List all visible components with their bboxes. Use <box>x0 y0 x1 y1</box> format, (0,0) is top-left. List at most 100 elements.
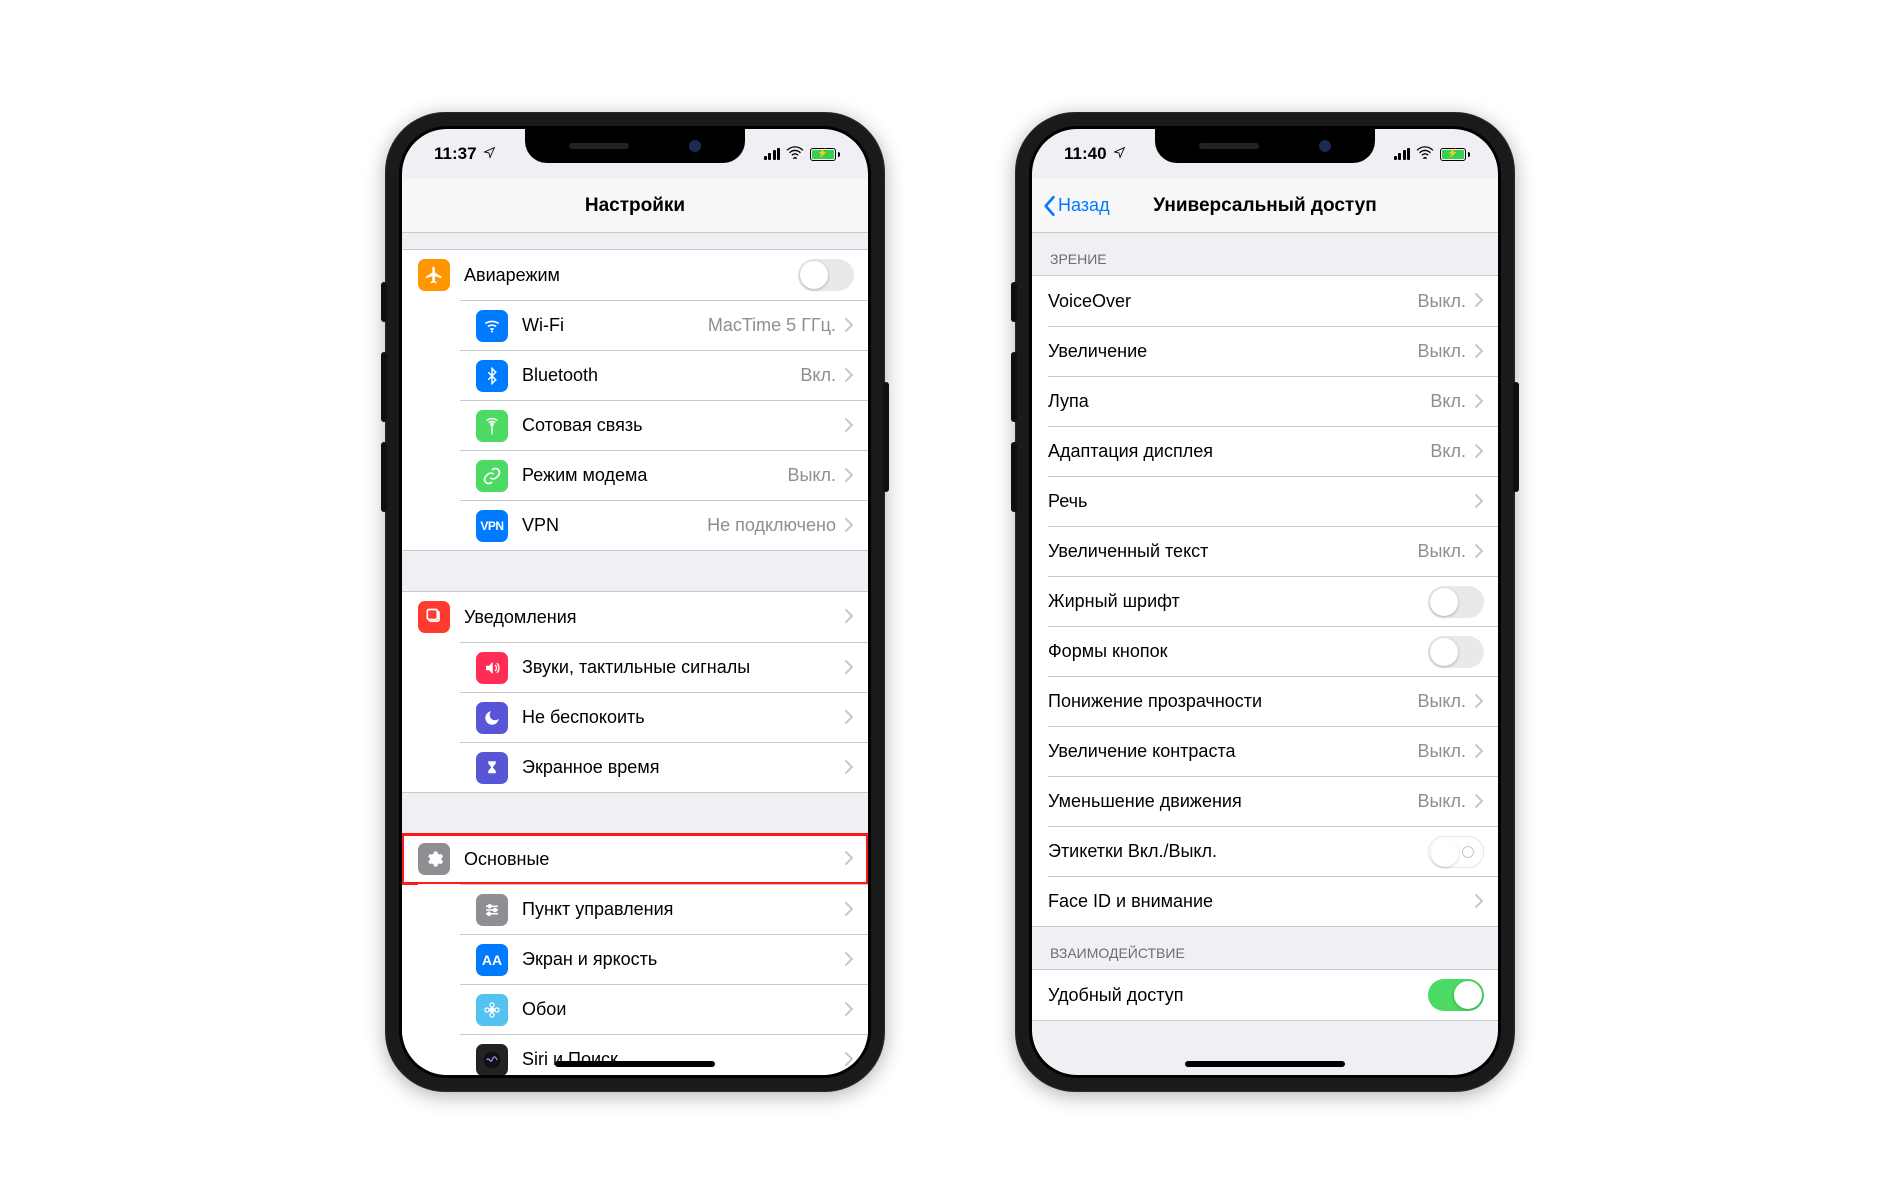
row-уменьшение-движения[interactable]: Уменьшение движенияВыкл. <box>1048 776 1498 826</box>
row-label: Речь <box>1048 491 1474 512</box>
row-voiceover[interactable]: VoiceOverВыкл. <box>1032 276 1498 326</box>
settings-group: Основные Пункт управленияAAЭкран и яркост… <box>402 833 868 1075</box>
row-label: Wi-Fi <box>522 315 708 336</box>
wifi-icon <box>786 144 804 164</box>
row-value: Выкл. <box>1417 541 1466 562</box>
link-icon <box>476 460 508 492</box>
home-indicator[interactable] <box>555 1061 715 1067</box>
row-label: Экранное время <box>522 757 844 778</box>
row-label: Этикетки Вкл./Выкл. <box>1048 841 1428 862</box>
row-value: Выкл. <box>1417 291 1466 312</box>
row-label: Экран и яркость <box>522 949 844 970</box>
row-label: Увеличенный текст <box>1048 541 1417 562</box>
row-авиарежим[interactable]: Авиарежим <box>402 250 868 300</box>
chevron-right-icon <box>844 513 854 539</box>
row-адаптация-дисплея[interactable]: Адаптация дисплеяВкл. <box>1048 426 1498 476</box>
row-label: Формы кнопок <box>1048 641 1428 662</box>
row-siri-и-поиск[interactable]: Siri и Поиск <box>460 1034 868 1075</box>
row-value: Выкл. <box>1417 791 1466 812</box>
row-vpn[interactable]: VPNVPNНе подключено <box>460 500 868 550</box>
row-не-беспокоить[interactable]: Не беспокоить <box>460 692 868 742</box>
airplane-icon <box>418 259 450 291</box>
antenna-icon <box>476 410 508 442</box>
row-label: Основные <box>464 849 844 870</box>
speaker-icon <box>476 652 508 684</box>
row-label: Увеличение контраста <box>1048 741 1417 762</box>
row-звуки-тактильные-сигналы[interactable]: Звуки, тактильные сигналы <box>460 642 868 692</box>
chevron-right-icon <box>844 655 854 681</box>
row-режим-модема[interactable]: Режим модемаВыкл. <box>460 450 868 500</box>
row-label: VoiceOver <box>1048 291 1417 312</box>
page-title: Универсальный доступ <box>1153 195 1376 217</box>
row-face-id-и-внимание[interactable]: Face ID и внимание <box>1048 876 1498 926</box>
toggle-switch[interactable] <box>1428 586 1484 618</box>
toggle-switch[interactable] <box>798 259 854 291</box>
location-icon <box>1113 144 1126 164</box>
chevron-right-icon <box>844 997 854 1023</box>
moon-icon <box>476 702 508 734</box>
row-этикетки-вкл-выкл-[interactable]: Этикетки Вкл./Выкл. <box>1048 826 1498 876</box>
row-пункт-управления[interactable]: Пункт управления <box>460 884 868 934</box>
settings-group: Авиарежим Wi-FiMacTime 5 ГГц.BluetoothВкл… <box>402 249 868 551</box>
row-value: Вкл. <box>800 365 836 386</box>
settings-list: Авиарежим Wi-FiMacTime 5 ГГц.BluetoothВкл… <box>402 233 868 1075</box>
row-сотовая-связь[interactable]: Сотовая связь <box>460 400 868 450</box>
page-title: Настройки <box>585 195 685 217</box>
row-value: Выкл. <box>1417 741 1466 762</box>
chevron-right-icon <box>844 363 854 389</box>
toggle-switch[interactable] <box>1428 979 1484 1011</box>
chevron-right-icon <box>1474 489 1484 515</box>
row-увеличение-контраста[interactable]: Увеличение контрастаВыкл. <box>1048 726 1498 776</box>
row-экран-и-яркость[interactable]: AAЭкран и яркость <box>460 934 868 984</box>
chevron-right-icon <box>1474 689 1484 715</box>
row-label: Не беспокоить <box>522 707 844 728</box>
location-icon <box>483 144 496 164</box>
back-label: Назад <box>1058 195 1110 216</box>
chevron-right-icon <box>844 897 854 923</box>
home-indicator[interactable] <box>1185 1061 1345 1067</box>
settings-group: УведомленияЗвуки, тактильные сигналы Не б… <box>402 591 868 793</box>
row-label: Режим модема <box>522 465 787 486</box>
wifi-icon <box>1416 144 1434 164</box>
navbar: Назад Универсальный доступ <box>1032 179 1498 233</box>
row-жирный-шрифт[interactable]: Жирный шрифт <box>1048 576 1498 626</box>
row-label: Уменьшение движения <box>1048 791 1417 812</box>
wifi-icon <box>476 310 508 342</box>
chevron-left-icon <box>1042 195 1056 217</box>
row-увеличение[interactable]: УвеличениеВыкл. <box>1048 326 1498 376</box>
status-time: 11:37 <box>434 144 477 164</box>
row-label: Жирный шрифт <box>1048 591 1428 612</box>
chevron-right-icon <box>844 947 854 973</box>
phone-left: 11:37 Настройки <box>385 112 885 1092</box>
cellular-icon <box>764 148 781 160</box>
row-обои[interactable]: Обои <box>460 984 868 1034</box>
row-основные[interactable]: Основные <box>402 834 868 884</box>
row-wi-fi[interactable]: Wi-FiMacTime 5 ГГц. <box>460 300 868 350</box>
row-value: Выкл. <box>787 465 836 486</box>
row-value: Не подключено <box>707 515 836 536</box>
chevron-right-icon <box>1474 539 1484 565</box>
bell-icon <box>418 601 450 633</box>
toggle-switch[interactable] <box>1428 836 1484 868</box>
hourglass-icon <box>476 752 508 784</box>
row-label: Обои <box>522 999 844 1020</box>
settings-group: Удобный доступ <box>1032 969 1498 1021</box>
row-увеличенный-текст[interactable]: Увеличенный текстВыкл. <box>1048 526 1498 576</box>
row-label: Лупа <box>1048 391 1430 412</box>
row-понижение-прозрачности[interactable]: Понижение прозрачностиВыкл. <box>1048 676 1498 726</box>
row-экранное-время[interactable]: Экранное время <box>460 742 868 792</box>
row-label: Адаптация дисплея <box>1048 441 1430 462</box>
battery-icon <box>810 148 840 161</box>
row-удобный-доступ[interactable]: Удобный доступ <box>1032 970 1498 1020</box>
back-button[interactable]: Назад <box>1042 195 1110 217</box>
toggle-switch[interactable] <box>1428 636 1484 668</box>
row-bluetooth[interactable]: BluetoothВкл. <box>460 350 868 400</box>
row-лупа[interactable]: ЛупаВкл. <box>1048 376 1498 426</box>
row-label: Авиарежим <box>464 265 798 286</box>
vpn-icon: VPN <box>476 510 508 542</box>
chevron-right-icon <box>844 463 854 489</box>
row-речь[interactable]: Речь <box>1048 476 1498 526</box>
row-value: Выкл. <box>1417 691 1466 712</box>
row-формы-кнопок[interactable]: Формы кнопок <box>1048 626 1498 676</box>
row-уведомления[interactable]: Уведомления <box>402 592 868 642</box>
